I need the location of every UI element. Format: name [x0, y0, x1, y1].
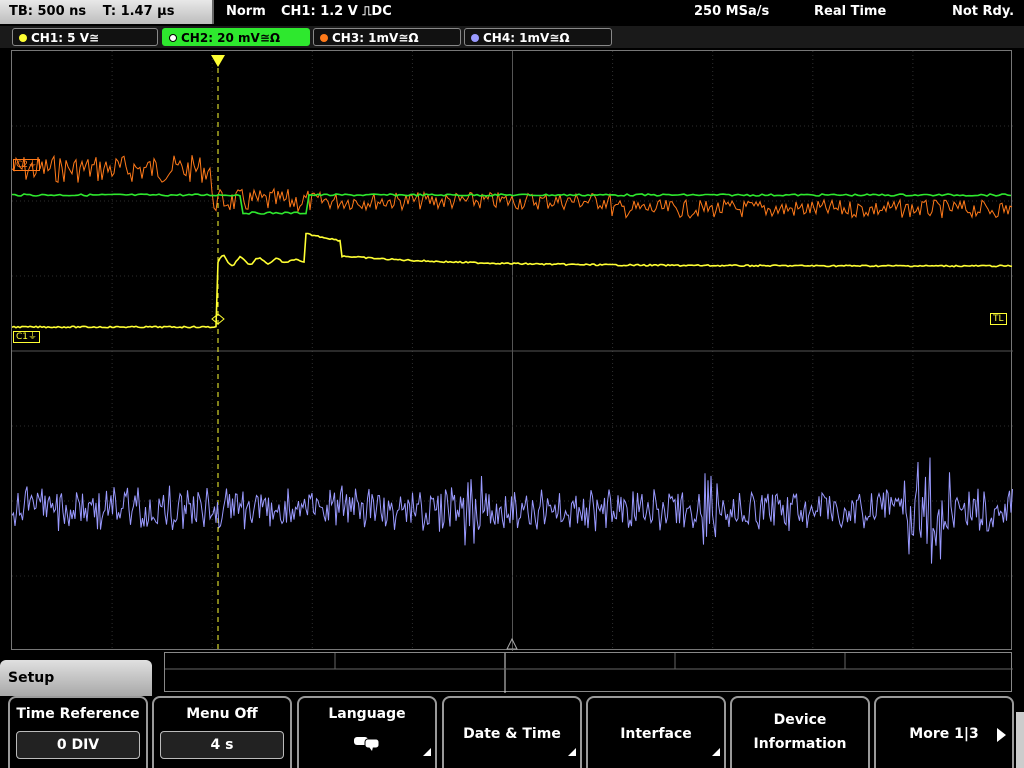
- device-information-softkey[interactable]: Device Information: [730, 696, 870, 768]
- timebase-readout: TB: 500 ns: [9, 4, 87, 19]
- trigger-settings[interactable]: CH1: 1.2 V ⎍DC: [281, 0, 392, 24]
- status-bar: TB: 500 ns T: 1.47 µs Norm CH1: 1.2 V ⎍D…: [0, 0, 1024, 26]
- channel-bar: CH1: 5 V≅ CH2: 20 mV≅Ω CH3: 1mV≅Ω CH4: 1…: [0, 26, 1024, 48]
- more-label: More 1|3: [909, 726, 979, 742]
- sample-rate: 250 MSa/s: [694, 4, 770, 19]
- ch2-label: CH2: 20 mV≅Ω: [181, 31, 281, 45]
- menu-off-softkey[interactable]: Menu Off 4 s: [152, 696, 292, 768]
- ch3-ground-marker[interactable]: C2⏚: [13, 159, 41, 171]
- arrow-right-icon: [997, 728, 1006, 742]
- device-information-label-line2: Information: [753, 736, 847, 752]
- channel-tab-ch1[interactable]: CH1: 5 V≅: [12, 28, 158, 46]
- device-information-label-line1: Device: [773, 712, 827, 728]
- date-time-label: Date & Time: [463, 726, 561, 742]
- acquisition-status: Not Rdy.: [952, 4, 1015, 19]
- trigger-mode[interactable]: Norm: [226, 0, 266, 24]
- submenu-indicator-icon: [712, 748, 720, 756]
- channel-tab-ch2[interactable]: CH2: 20 mV≅Ω: [162, 28, 310, 46]
- ch1-label: CH1: 5 V≅: [31, 31, 100, 45]
- interface-softkey[interactable]: Interface: [586, 696, 726, 768]
- submenu-indicator-icon: [568, 748, 576, 756]
- graticule-grid: [12, 51, 1013, 651]
- scale-bar: [164, 652, 1013, 693]
- timebase-box[interactable]: TB: 500 ns T: 1.47 µs: [0, 0, 214, 24]
- scale-bar-ticks: [165, 653, 1013, 693]
- interface-label: Interface: [620, 726, 692, 742]
- ch4-label: CH4: 1mV≅Ω: [483, 31, 570, 45]
- side-scroll-strip: [1016, 712, 1024, 768]
- channel-tab-ch4[interactable]: CH4: 1mV≅Ω: [464, 28, 612, 46]
- ch1-ground-marker[interactable]: C1⏚: [13, 331, 41, 343]
- time-reference-softkey[interactable]: Time Reference 0 DIV: [8, 696, 148, 768]
- trigger-time-readout: T: 1.47 µs: [102, 4, 175, 19]
- waveform-display[interactable]: C2⏚ C1⏚ TL: [11, 50, 1013, 651]
- menu-title: Setup: [0, 660, 152, 696]
- ch4-dot-icon: [471, 34, 479, 42]
- more-softkey[interactable]: More 1|3: [874, 696, 1014, 768]
- ch2-dot-icon: [169, 34, 177, 42]
- time-reference-label: Time Reference: [16, 706, 140, 722]
- ch3-dot-icon: [320, 34, 328, 42]
- submenu-indicator-icon: [423, 748, 431, 756]
- channel-tab-ch3[interactable]: CH3: 1mV≅Ω: [313, 28, 461, 46]
- speech-bubbles-icon: [299, 734, 435, 758]
- date-time-softkey[interactable]: Date & Time: [442, 696, 582, 768]
- time-reference-value: 0 DIV: [16, 731, 140, 759]
- acquisition-mode: Real Time: [814, 4, 887, 19]
- ch3-label: CH3: 1mV≅Ω: [332, 31, 419, 45]
- menu-off-value: 4 s: [160, 731, 284, 759]
- ch1-dot-icon: [19, 34, 27, 42]
- waveform-canvas: [12, 51, 1013, 651]
- menu-off-label: Menu Off: [186, 706, 258, 722]
- trigger-level-marker[interactable]: TL: [990, 313, 1007, 325]
- language-label: Language: [328, 706, 406, 722]
- language-softkey[interactable]: Language: [297, 696, 437, 768]
